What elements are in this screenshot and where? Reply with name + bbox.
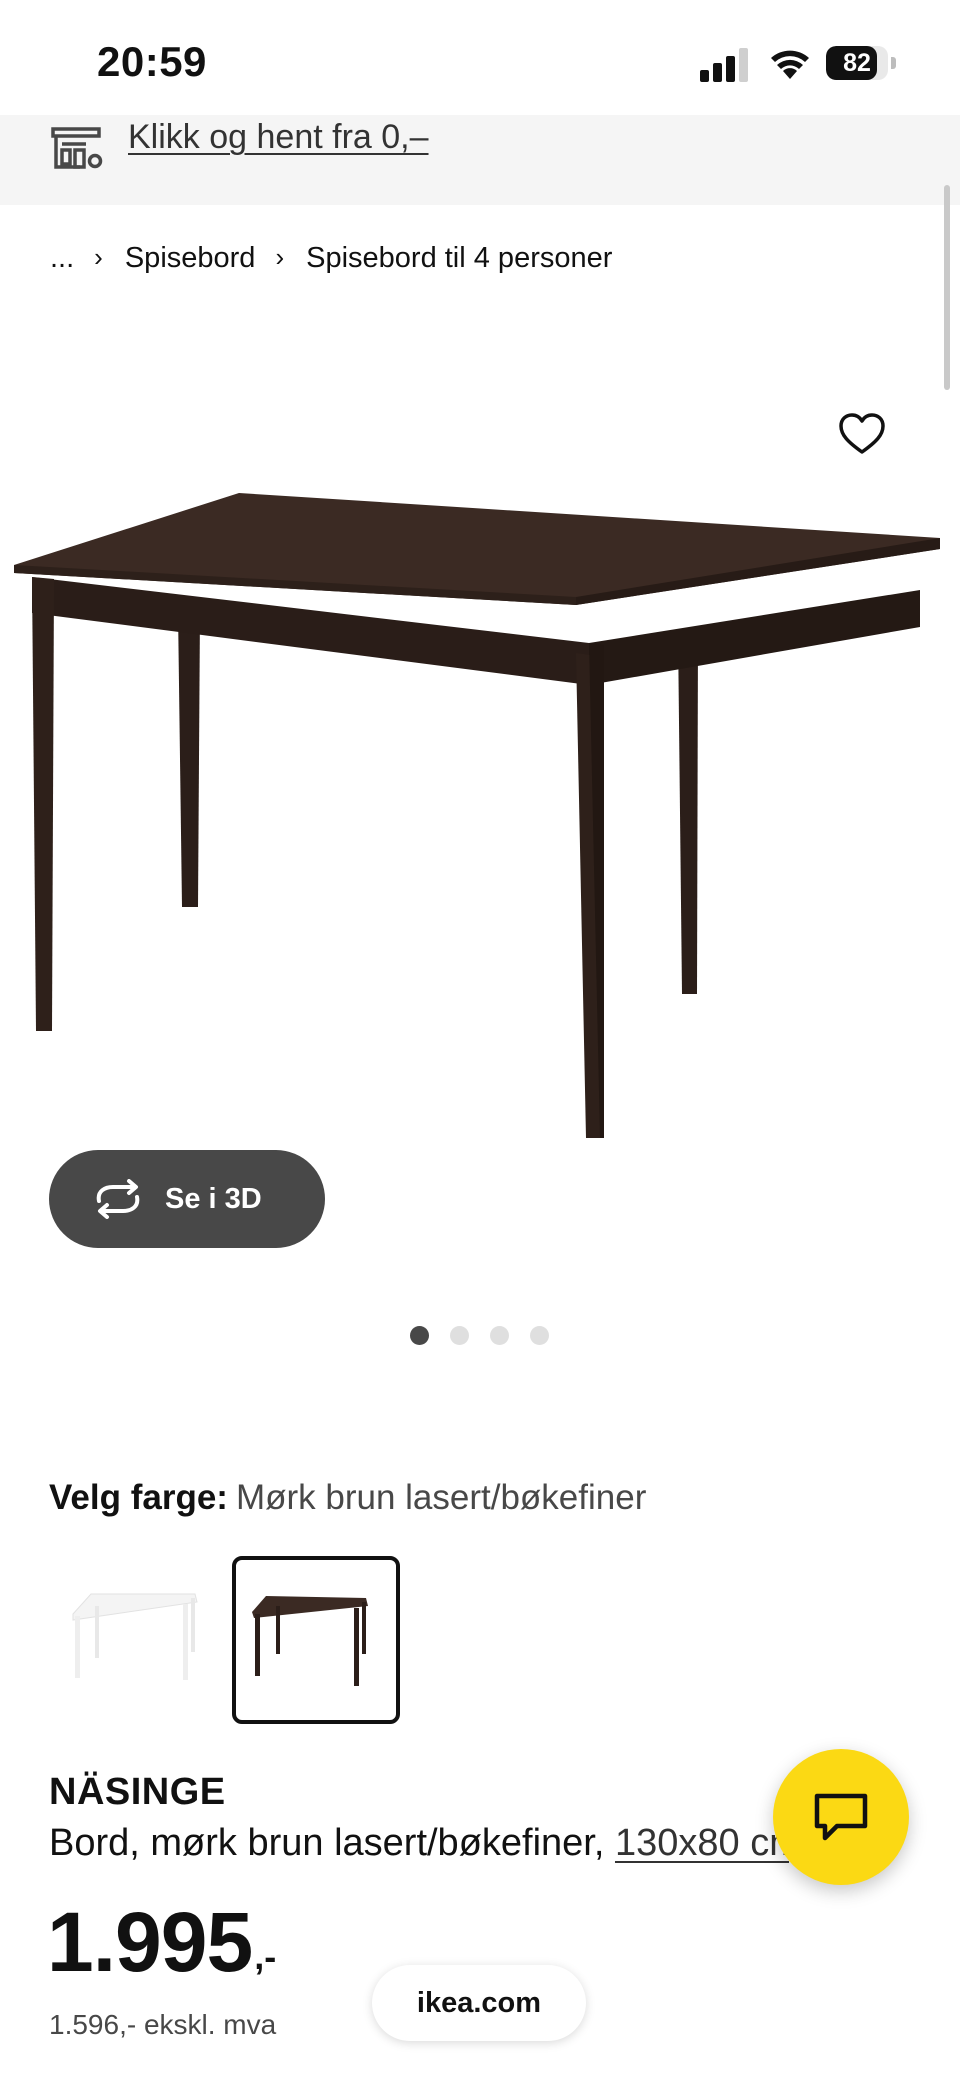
- color-option-dark-brown[interactable]: [232, 1556, 400, 1724]
- heart-icon[interactable]: [838, 412, 886, 456]
- carousel-dot[interactable]: [410, 1326, 429, 1345]
- color-option-white[interactable]: [57, 1556, 225, 1724]
- price-amount: 1.995: [47, 1895, 253, 1989]
- price-excl-vat: 1.596,- ekskl. mva: [49, 2009, 277, 2040]
- chat-bubble-icon: [814, 1793, 868, 1841]
- status-time: 20:59: [97, 38, 207, 85]
- battery-icon: 82: [826, 46, 898, 82]
- white-table-thumbnail: [72, 1593, 198, 1680]
- product-size-link[interactable]: 130x80 cm: [615, 1822, 789, 1864]
- carousel-dot[interactable]: [530, 1326, 549, 1345]
- store-pickup-icon: [51, 127, 103, 169]
- price: 1.995 ,-: [47, 1900, 276, 1984]
- breadcrumb: ... › Spisebord › Spisebord til 4 person…: [50, 238, 612, 278]
- view-in-3d-label: Se i 3D: [165, 1182, 262, 1215]
- view-in-3d-button[interactable]: Se i 3D: [49, 1150, 325, 1248]
- price-suffix: ,-: [254, 1936, 277, 1977]
- chevron-right-icon: ›: [94, 241, 103, 272]
- breadcrumb-dining-tables[interactable]: Spisebord: [125, 242, 256, 275]
- color-selection: Velg farge: Mørk brun lasert/bøkefiner: [49, 1478, 646, 1518]
- chevron-right-icon: ›: [275, 241, 285, 272]
- carousel-dot[interactable]: [490, 1326, 509, 1345]
- cellular-signal-icon: [700, 48, 748, 82]
- carousel-dot[interactable]: [450, 1326, 469, 1345]
- battery-percent: 82: [843, 49, 871, 77]
- product-description-text: Bord, mørk brun lasert/bøkefiner,: [49, 1822, 615, 1864]
- scrollbar-thumb[interactable]: [944, 185, 950, 390]
- color-label: Velg farge:: [49, 1478, 228, 1517]
- click-and-collect-link[interactable]: Klikk og hent fra 0,–: [128, 118, 429, 157]
- color-value: Mørk brun lasert/bøkefiner: [235, 1478, 647, 1517]
- carousel-dots: [410, 1326, 549, 1345]
- product-image[interactable]: [14, 485, 946, 1145]
- brown-table-thumbnail: [252, 1596, 368, 1686]
- breadcrumb-ellipsis[interactable]: ...: [50, 242, 74, 275]
- chat-button[interactable]: [773, 1749, 909, 1885]
- breadcrumb-tables-for-4[interactable]: Spisebord til 4 personer: [306, 242, 612, 275]
- product-name: NÄSINGE: [49, 1771, 226, 1813]
- rotate-arrows-icon: [96, 1179, 140, 1219]
- product-description: Bord, mørk brun lasert/bøkefiner, 130x80…: [49, 1822, 789, 1865]
- wifi-icon: [771, 50, 809, 79]
- url-pill[interactable]: ikea.com: [372, 1965, 586, 2041]
